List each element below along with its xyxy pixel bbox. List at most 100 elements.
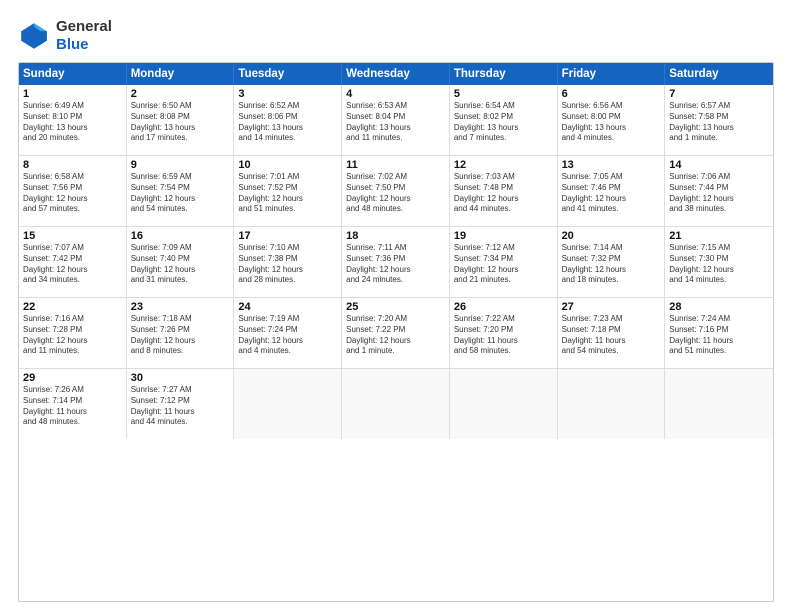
calendar-cell: 29Sunrise: 7:26 AM Sunset: 7:14 PM Dayli… [19, 369, 127, 439]
calendar-cell: 2Sunrise: 6:50 AM Sunset: 8:08 PM Daylig… [127, 85, 235, 155]
day-info: Sunrise: 7:26 AM Sunset: 7:14 PM Dayligh… [23, 385, 122, 428]
calendar-cell: 28Sunrise: 7:24 AM Sunset: 7:16 PM Dayli… [665, 298, 773, 368]
day-number: 28 [669, 301, 769, 313]
day-info: Sunrise: 7:11 AM Sunset: 7:36 PM Dayligh… [346, 243, 445, 286]
day-number: 27 [562, 301, 661, 313]
day-number: 16 [131, 230, 230, 242]
calendar-cell: 18Sunrise: 7:11 AM Sunset: 7:36 PM Dayli… [342, 227, 450, 297]
day-info: Sunrise: 7:22 AM Sunset: 7:20 PM Dayligh… [454, 314, 553, 357]
day-info: Sunrise: 7:18 AM Sunset: 7:26 PM Dayligh… [131, 314, 230, 357]
week-row-3: 15Sunrise: 7:07 AM Sunset: 7:42 PM Dayli… [19, 227, 773, 298]
day-info: Sunrise: 7:10 AM Sunset: 7:38 PM Dayligh… [238, 243, 337, 286]
day-info: Sunrise: 6:57 AM Sunset: 7:58 PM Dayligh… [669, 101, 769, 144]
day-number: 15 [23, 230, 122, 242]
week-row-2: 8Sunrise: 6:58 AM Sunset: 7:56 PM Daylig… [19, 156, 773, 227]
calendar-cell: 11Sunrise: 7:02 AM Sunset: 7:50 PM Dayli… [342, 156, 450, 226]
day-number: 14 [669, 159, 769, 171]
day-number: 19 [454, 230, 553, 242]
calendar-header-row: Sunday Monday Tuesday Wednesday Thursday… [19, 63, 773, 85]
calendar-cell: 9Sunrise: 6:59 AM Sunset: 7:54 PM Daylig… [127, 156, 235, 226]
day-number: 11 [346, 159, 445, 171]
col-sunday: Sunday [19, 63, 127, 85]
calendar-body: 1Sunrise: 6:49 AM Sunset: 8:10 PM Daylig… [19, 85, 773, 439]
day-number: 26 [454, 301, 553, 313]
day-number: 24 [238, 301, 337, 313]
day-info: Sunrise: 7:19 AM Sunset: 7:24 PM Dayligh… [238, 314, 337, 357]
day-number: 6 [562, 88, 661, 100]
calendar-cell: 27Sunrise: 7:23 AM Sunset: 7:18 PM Dayli… [558, 298, 666, 368]
calendar-cell: 1Sunrise: 6:49 AM Sunset: 8:10 PM Daylig… [19, 85, 127, 155]
day-info: Sunrise: 6:58 AM Sunset: 7:56 PM Dayligh… [23, 172, 122, 215]
calendar: Sunday Monday Tuesday Wednesday Thursday… [18, 62, 774, 602]
day-info: Sunrise: 7:23 AM Sunset: 7:18 PM Dayligh… [562, 314, 661, 357]
day-number: 30 [131, 372, 230, 384]
calendar-cell [450, 369, 558, 439]
calendar-cell: 20Sunrise: 7:14 AM Sunset: 7:32 PM Dayli… [558, 227, 666, 297]
logo: GeneralBlue [18, 18, 112, 54]
calendar-cell: 5Sunrise: 6:54 AM Sunset: 8:02 PM Daylig… [450, 85, 558, 155]
day-info: Sunrise: 7:02 AM Sunset: 7:50 PM Dayligh… [346, 172, 445, 215]
day-number: 29 [23, 372, 122, 384]
page: GeneralBlue Sunday Monday Tuesday Wednes… [0, 0, 792, 612]
day-info: Sunrise: 6:49 AM Sunset: 8:10 PM Dayligh… [23, 101, 122, 144]
calendar-cell [234, 369, 342, 439]
day-number: 20 [562, 230, 661, 242]
day-info: Sunrise: 6:54 AM Sunset: 8:02 PM Dayligh… [454, 101, 553, 144]
calendar-cell: 24Sunrise: 7:19 AM Sunset: 7:24 PM Dayli… [234, 298, 342, 368]
day-info: Sunrise: 7:03 AM Sunset: 7:48 PM Dayligh… [454, 172, 553, 215]
day-info: Sunrise: 7:16 AM Sunset: 7:28 PM Dayligh… [23, 314, 122, 357]
calendar-cell: 23Sunrise: 7:18 AM Sunset: 7:26 PM Dayli… [127, 298, 235, 368]
day-info: Sunrise: 7:20 AM Sunset: 7:22 PM Dayligh… [346, 314, 445, 357]
day-number: 22 [23, 301, 122, 313]
calendar-cell: 7Sunrise: 6:57 AM Sunset: 7:58 PM Daylig… [665, 85, 773, 155]
logo-icon [18, 20, 50, 52]
day-info: Sunrise: 7:01 AM Sunset: 7:52 PM Dayligh… [238, 172, 337, 215]
calendar-cell: 8Sunrise: 6:58 AM Sunset: 7:56 PM Daylig… [19, 156, 127, 226]
day-info: Sunrise: 7:09 AM Sunset: 7:40 PM Dayligh… [131, 243, 230, 286]
day-number: 18 [346, 230, 445, 242]
col-friday: Friday [558, 63, 666, 85]
day-number: 4 [346, 88, 445, 100]
day-info: Sunrise: 6:59 AM Sunset: 7:54 PM Dayligh… [131, 172, 230, 215]
calendar-cell: 13Sunrise: 7:05 AM Sunset: 7:46 PM Dayli… [558, 156, 666, 226]
calendar-cell: 12Sunrise: 7:03 AM Sunset: 7:48 PM Dayli… [450, 156, 558, 226]
calendar-cell: 25Sunrise: 7:20 AM Sunset: 7:22 PM Dayli… [342, 298, 450, 368]
calendar-cell [665, 369, 773, 439]
day-info: Sunrise: 7:14 AM Sunset: 7:32 PM Dayligh… [562, 243, 661, 286]
day-info: Sunrise: 7:05 AM Sunset: 7:46 PM Dayligh… [562, 172, 661, 215]
day-number: 2 [131, 88, 230, 100]
day-info: Sunrise: 6:56 AM Sunset: 8:00 PM Dayligh… [562, 101, 661, 144]
day-info: Sunrise: 7:24 AM Sunset: 7:16 PM Dayligh… [669, 314, 769, 357]
week-row-5: 29Sunrise: 7:26 AM Sunset: 7:14 PM Dayli… [19, 369, 773, 439]
day-number: 10 [238, 159, 337, 171]
col-tuesday: Tuesday [234, 63, 342, 85]
logo-general-text: General [56, 18, 112, 35]
day-number: 13 [562, 159, 661, 171]
week-row-4: 22Sunrise: 7:16 AM Sunset: 7:28 PM Dayli… [19, 298, 773, 369]
calendar-cell: 4Sunrise: 6:53 AM Sunset: 8:04 PM Daylig… [342, 85, 450, 155]
day-info: Sunrise: 7:15 AM Sunset: 7:30 PM Dayligh… [669, 243, 769, 286]
day-number: 17 [238, 230, 337, 242]
day-number: 1 [23, 88, 122, 100]
day-number: 8 [23, 159, 122, 171]
day-number: 21 [669, 230, 769, 242]
calendar-cell: 19Sunrise: 7:12 AM Sunset: 7:34 PM Dayli… [450, 227, 558, 297]
week-row-1: 1Sunrise: 6:49 AM Sunset: 8:10 PM Daylig… [19, 85, 773, 156]
calendar-cell: 22Sunrise: 7:16 AM Sunset: 7:28 PM Dayli… [19, 298, 127, 368]
calendar-cell: 21Sunrise: 7:15 AM Sunset: 7:30 PM Dayli… [665, 227, 773, 297]
day-number: 25 [346, 301, 445, 313]
calendar-cell: 3Sunrise: 6:52 AM Sunset: 8:06 PM Daylig… [234, 85, 342, 155]
day-info: Sunrise: 6:52 AM Sunset: 8:06 PM Dayligh… [238, 101, 337, 144]
calendar-cell: 30Sunrise: 7:27 AM Sunset: 7:12 PM Dayli… [127, 369, 235, 439]
col-saturday: Saturday [665, 63, 773, 85]
calendar-cell: 16Sunrise: 7:09 AM Sunset: 7:40 PM Dayli… [127, 227, 235, 297]
calendar-cell: 15Sunrise: 7:07 AM Sunset: 7:42 PM Dayli… [19, 227, 127, 297]
calendar-cell: 14Sunrise: 7:06 AM Sunset: 7:44 PM Dayli… [665, 156, 773, 226]
header: GeneralBlue [18, 18, 774, 54]
day-number: 9 [131, 159, 230, 171]
logo-text: GeneralBlue [56, 18, 112, 54]
calendar-cell [558, 369, 666, 439]
day-number: 23 [131, 301, 230, 313]
day-info: Sunrise: 7:27 AM Sunset: 7:12 PM Dayligh… [131, 385, 230, 428]
day-info: Sunrise: 7:12 AM Sunset: 7:34 PM Dayligh… [454, 243, 553, 286]
